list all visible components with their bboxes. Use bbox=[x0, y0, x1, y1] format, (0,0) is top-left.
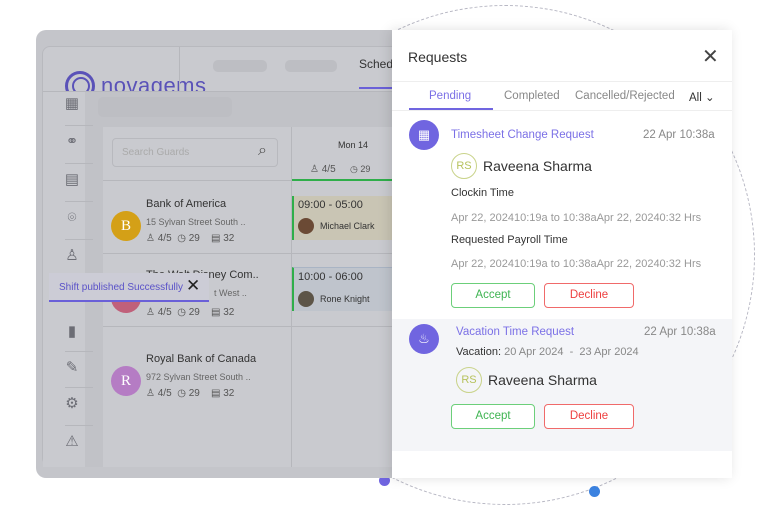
element bbox=[392, 110, 732, 111]
dashboard-icon[interactable]: ▦ bbox=[57, 89, 87, 119]
element bbox=[292, 179, 396, 181]
toast-notification: Shift published Successfully bbox=[49, 273, 209, 302]
element bbox=[65, 351, 93, 352]
day-hours: ◷ 29 bbox=[350, 164, 371, 174]
day-guards: ♙ 4/5 bbox=[310, 164, 336, 175]
avatar: RS bbox=[456, 367, 482, 393]
requester-name: Raveena Sharma bbox=[488, 372, 597, 388]
element: Rone Knight bbox=[320, 294, 370, 304]
element: Vacation: 20 Apr 2024 - 23 Apr 2024 bbox=[456, 346, 639, 358]
vacation-label: Vacation: bbox=[456, 346, 502, 358]
clockin-label: Clockin Time bbox=[451, 187, 514, 199]
shift-card[interactable]: 09:00 - 05:00 Michael Clark bbox=[292, 196, 396, 240]
element: 09:00 - 05:00 bbox=[298, 199, 363, 211]
request-type: Timesheet Change Request bbox=[451, 129, 594, 141]
app-background: novagems Sched ▦ ⚭ ▤ ⌾ ♙ ▮ ✎ ⚙ ⚠ Search … bbox=[36, 30, 396, 478]
request-time: 22 Apr 10:38a bbox=[644, 326, 716, 338]
feedback-icon[interactable]: ⚠ bbox=[57, 427, 87, 457]
request-type: Vacation Time Request bbox=[456, 326, 575, 338]
element bbox=[65, 163, 93, 164]
binoculars-icon[interactable]: ⚭ bbox=[57, 127, 87, 157]
element: ♙ 4/5 ◷ 29 ▤ 32 bbox=[146, 233, 235, 244]
element bbox=[103, 326, 396, 327]
edit-icon[interactable]: ✎ bbox=[57, 353, 87, 383]
nav-placeholder bbox=[285, 60, 337, 72]
element bbox=[65, 125, 93, 126]
user-icon[interactable]: ♙ bbox=[57, 241, 87, 271]
payroll-value: Apr 22, 202410:19a to 10:38aApr 22, 2024… bbox=[451, 258, 702, 270]
element: 4/5 bbox=[157, 233, 172, 244]
search-guards-input[interactable]: Search Guards ⌕ bbox=[112, 138, 278, 167]
close-icon[interactable]: ✕ bbox=[702, 44, 719, 69]
element: 29 bbox=[188, 388, 200, 399]
element bbox=[65, 239, 93, 240]
element: ♙ 4/5 ◷ 29 ▤ 32 bbox=[146, 388, 235, 399]
shift-card[interactable]: 10:00 - 06:00 Rone Knight bbox=[292, 267, 396, 311]
decorative-dot bbox=[589, 486, 600, 497]
element: All bbox=[689, 92, 702, 104]
element bbox=[179, 47, 180, 91]
element: Royal Bank of Canada bbox=[146, 353, 257, 365]
element: 32 bbox=[223, 233, 235, 244]
payroll-label: Requested Payroll Time bbox=[451, 234, 568, 246]
element bbox=[359, 87, 396, 89]
accept-button[interactable]: Accept bbox=[451, 404, 535, 429]
tab-pending[interactable]: Pending bbox=[429, 90, 471, 102]
request-time: 22 Apr 10:38a bbox=[643, 129, 715, 141]
element: 29 bbox=[360, 164, 371, 174]
element: 29 bbox=[188, 307, 200, 318]
vacation-value: 20 Apr 2024 - 23 Apr 2024 bbox=[504, 346, 639, 358]
requester-name: Raveena Sharma bbox=[483, 158, 592, 174]
accept-button[interactable]: Accept bbox=[451, 283, 535, 308]
chevron-down-icon: ⌄ bbox=[704, 92, 715, 104]
clockin-value: Apr 22, 202410:19a to 10:38aApr 22, 2024… bbox=[451, 212, 702, 224]
guard-avatar bbox=[298, 218, 314, 234]
toolbar-placeholder bbox=[98, 97, 232, 117]
element: B bbox=[111, 211, 141, 241]
decline-button[interactable]: Decline bbox=[544, 404, 634, 429]
element: Search Guards bbox=[122, 147, 190, 158]
toast-close-icon[interactable]: ✕ bbox=[186, 276, 200, 296]
calendar-icon: ▦ bbox=[409, 120, 439, 150]
element: Michael Clark bbox=[320, 221, 375, 231]
day-header: Mon 14 bbox=[338, 140, 369, 150]
nav-placeholder bbox=[213, 60, 267, 72]
element bbox=[103, 253, 396, 254]
element: 4/5 bbox=[157, 307, 172, 318]
guard-avatar bbox=[298, 291, 314, 307]
element: Shift published Successfully bbox=[59, 282, 183, 293]
site-address: t West .. bbox=[214, 288, 247, 298]
element: R bbox=[111, 366, 141, 396]
chart-icon[interactable]: ▮ bbox=[57, 317, 87, 347]
vacation-icon: ♨ bbox=[409, 324, 439, 354]
avatar: RS bbox=[451, 153, 477, 179]
panel-title: Requests bbox=[408, 49, 468, 65]
element bbox=[65, 425, 93, 426]
element: novagems Sched ▦ ⚭ ▤ ⌾ ♙ ▮ ✎ ⚙ ⚠ Search … bbox=[42, 46, 396, 467]
settings-icon[interactable]: ⚙ bbox=[57, 389, 87, 419]
nav-tab-schedule[interactable]: Sched bbox=[359, 57, 393, 71]
element: 4/5 bbox=[321, 164, 336, 175]
element bbox=[392, 81, 732, 82]
location-icon[interactable]: ⌾ bbox=[57, 203, 87, 233]
requests-panel: Requests ✕ Pending Completed Cancelled/R… bbox=[392, 30, 732, 478]
element bbox=[65, 201, 93, 202]
element: 32 bbox=[223, 388, 235, 399]
element: Bank of America bbox=[146, 198, 227, 210]
tab-completed[interactable]: Completed bbox=[504, 90, 560, 102]
tab-cancelled-rejected[interactable]: Cancelled/Rejected bbox=[575, 90, 675, 102]
element bbox=[65, 387, 93, 388]
element: ♙ 4/5 ◷ 29 ▤ 32 bbox=[146, 307, 235, 318]
search-icon[interactable]: ⌕ bbox=[258, 142, 267, 160]
filter-dropdown[interactable]: All ⌄ bbox=[689, 90, 715, 104]
element: 32 bbox=[223, 307, 235, 318]
element: 29 bbox=[188, 233, 200, 244]
calendar-icon[interactable]: ▤ bbox=[57, 165, 87, 195]
element: 972 Sylvan Street South .. bbox=[146, 372, 251, 382]
element: 4/5 bbox=[157, 388, 172, 399]
element: 15 Sylvan Street South .. bbox=[146, 217, 246, 227]
element: 10:00 - 06:00 bbox=[298, 271, 363, 283]
decline-button[interactable]: Decline bbox=[544, 283, 634, 308]
